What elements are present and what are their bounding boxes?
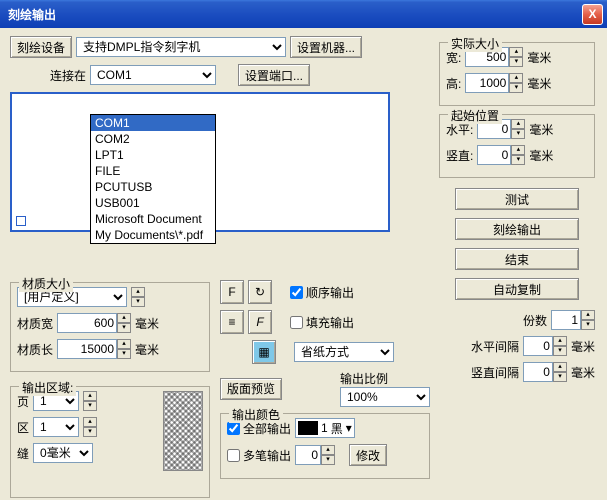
port-opt-com2[interactable]: COM2 [91, 131, 215, 147]
actual-height[interactable] [465, 73, 509, 93]
origin-group: 起始位置 水平:▴▾毫米 竖直:▴▾毫米 [439, 114, 595, 178]
origin-marker [16, 216, 26, 226]
close-icon[interactable]: X [582, 4, 603, 25]
area-select[interactable]: 1 [33, 417, 79, 437]
paper-mode-select[interactable]: 省纸方式 [294, 342, 394, 362]
region-group: 输出区域: 页1▴▾ 区1▴▾ 缝0毫米 [10, 386, 210, 498]
ratio-select[interactable]: 100% [340, 387, 430, 407]
port-dropdown[interactable]: COM1 COM2 LPT1 FILE PCUTUSB USB001 Micro… [90, 114, 216, 244]
hgap-input[interactable] [523, 336, 553, 356]
align-icon[interactable]: ≡ [220, 310, 244, 334]
port-settings-button[interactable]: 设置端口... [238, 64, 310, 86]
multi-val[interactable] [295, 445, 321, 465]
window-title: 刻绘输出 [4, 6, 582, 23]
connect-label: 连接在 [50, 67, 86, 84]
color-swatch[interactable]: 1黑▾ [295, 418, 355, 438]
machine-settings-button[interactable]: 设置机器... [290, 36, 362, 58]
seq-output-check[interactable]: 顺序输出 [290, 284, 354, 301]
autocopy-button[interactable]: 自动复制 [455, 278, 579, 300]
port-opt-usb001[interactable]: USB001 [91, 195, 215, 211]
material-h[interactable] [57, 339, 117, 359]
port-opt-mydocs[interactable]: My Documents\*.pdf [91, 227, 215, 243]
tool-f-icon[interactable]: F [220, 280, 244, 304]
output-button[interactable]: 刻绘输出 [455, 218, 579, 240]
port-select[interactable]: COM1 [90, 65, 216, 85]
material-w[interactable] [57, 313, 117, 333]
port-opt-pcutusb[interactable]: PCUTUSB [91, 179, 215, 195]
multi-pen-check[interactable]: 多笔输出 [227, 447, 291, 464]
mirror-icon[interactable]: F [248, 310, 272, 334]
test-button[interactable]: 测试 [455, 188, 579, 210]
actual-size-group: 实际大小 宽:▴▾毫米 高:▴▾毫米 [439, 42, 595, 106]
origin-legend: 起始位置 [448, 107, 502, 124]
port-opt-msdoc[interactable]: Microsoft Document [91, 211, 215, 227]
device-select[interactable]: 支持DMPL指令刻字机 [76, 37, 286, 57]
port-opt-com1[interactable]: COM1 [91, 115, 215, 131]
titlebar: 刻绘输出 X [0, 0, 607, 28]
seam-select[interactable]: 0毫米 [33, 443, 93, 463]
actual-legend: 实际大小 [448, 35, 502, 52]
color-group: 输出颜色 全部输出 1黑▾ 多笔输出 ▴▾ 修改 [220, 413, 430, 479]
grid-icon[interactable]: ▦ [252, 340, 276, 364]
origin-y[interactable] [477, 145, 511, 165]
vgap-input[interactable] [523, 362, 553, 382]
modify-button[interactable]: 修改 [349, 444, 387, 466]
rotate-icon[interactable]: ↻ [248, 280, 272, 304]
hatch-preview [163, 391, 203, 471]
device-button[interactable]: 刻绘设备 [10, 36, 72, 58]
material-group: 材质大小 [用户定义]▴▾ 材质宽▴▾毫米 材质长▴▾毫米 [10, 282, 210, 372]
fill-output-check[interactable]: 填充输出 [290, 314, 354, 331]
end-button[interactable]: 结束 [455, 248, 579, 270]
port-opt-lpt1[interactable]: LPT1 [91, 147, 215, 163]
copies-input[interactable] [551, 310, 581, 330]
preview-button[interactable]: 版面预览 [220, 378, 282, 400]
port-opt-file[interactable]: FILE [91, 163, 215, 179]
